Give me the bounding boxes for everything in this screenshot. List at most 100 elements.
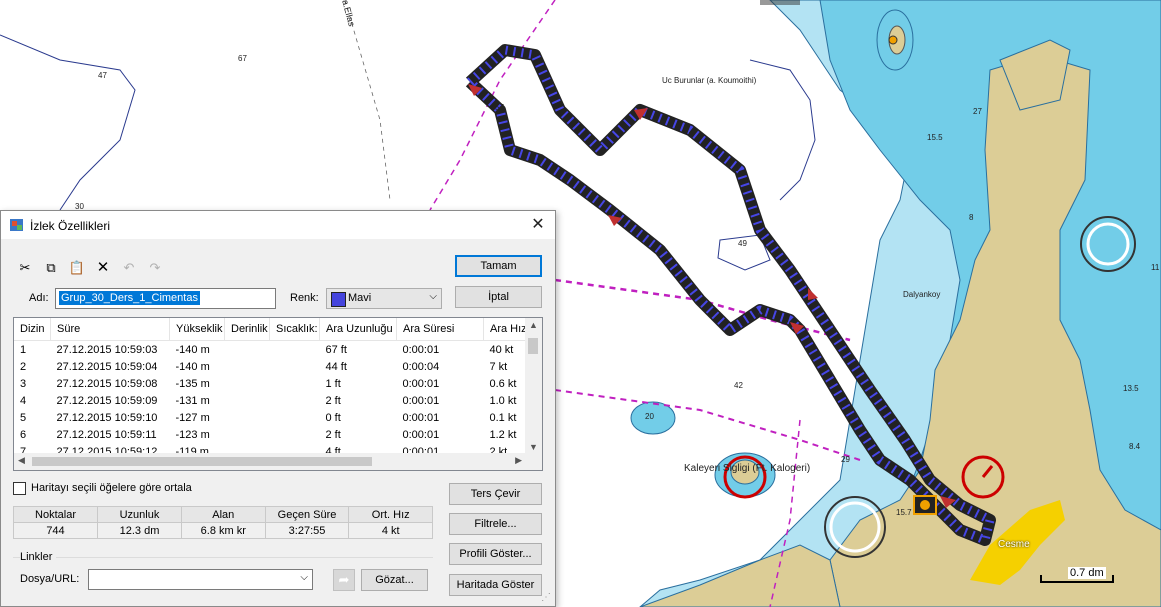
reverse-button[interactable]: Ters Çevir (449, 483, 542, 505)
show-profile-button[interactable]: Profili Göster... (449, 543, 542, 565)
table-row[interactable]: 4 27.12.2015 10:59:09 -131 m 2 ft 0:00:01 1.0… (14, 392, 531, 409)
close-icon[interactable]: ✕ (521, 211, 555, 239)
cell (225, 341, 270, 359)
depth-label: 27 (973, 107, 982, 116)
table-row[interactable]: 3 27.12.2015 10:59:08 -135 m 1 ft 0:00:01 0.6… (14, 375, 531, 392)
col-header[interactable]: Ara Süresi (396, 318, 484, 341)
track-properties-dialog: İzlek Özellikleri ✕ ✂ ⧉ 📋 ✕ ↶ ↷ Tamam İp… (0, 210, 556, 607)
depth-label: 11 (1151, 263, 1160, 272)
cell (225, 426, 270, 443)
stat-value: 744 (13, 522, 98, 539)
stat-header: Ort. Hız (348, 506, 433, 523)
name-field[interactable]: Grup_30_Ders_1_Cimentas (55, 288, 276, 309)
file-url-field[interactable]: ⌵ (88, 569, 313, 590)
open-link-icon[interactable]: ➦ (333, 569, 355, 591)
place-label: Dalyankoy (903, 290, 941, 299)
col-header[interactable]: Ara Hızı (483, 318, 531, 341)
center-map-label[interactable]: Haritayı seçili öğelere göre ortala (31, 482, 192, 494)
depth-label: 29 (841, 455, 850, 464)
scroll-thumb[interactable] (32, 457, 372, 466)
scroll-left-icon[interactable]: ◀ (18, 455, 25, 466)
center-map-checkbox[interactable] (13, 482, 26, 495)
col-header[interactable]: Derinlik (224, 318, 270, 341)
cell: 4 (20, 394, 27, 407)
cell (225, 358, 270, 375)
cell: 3 (20, 377, 27, 390)
scroll-up-icon[interactable]: ▲ (525, 320, 542, 330)
horizontal-scrollbar[interactable]: ◀ ▶ (14, 453, 526, 470)
scroll-right-icon[interactable]: ▶ (515, 455, 522, 466)
cell (270, 341, 320, 359)
track-stats-table: Noktalar Uzunluk Alan Geçen Süre Ort. Hı… (13, 506, 433, 539)
scissors-icon[interactable]: ✂ (16, 259, 34, 277)
chevron-down-icon[interactable]: ⌵ (300, 572, 308, 583)
dialog-titlebar[interactable]: İzlek Özellikleri ✕ (1, 211, 555, 239)
paste-icon[interactable]: 📋 (68, 259, 86, 277)
color-swatch (331, 292, 346, 307)
track-points-table[interactable]: Dizin Süre Yükseklik Derinlik Sıcaklık: … (13, 317, 543, 471)
cell: 1.2 kt (489, 428, 517, 441)
place-label: Cesme (998, 539, 1030, 550)
cell (225, 392, 270, 409)
cell: 0.6 kt (489, 377, 517, 390)
undo-icon[interactable]: ↶ (120, 259, 138, 277)
stat-value: 3:27:55 (264, 522, 350, 539)
cell: 7 kt (489, 360, 508, 373)
depth-label: 8.4 (1129, 442, 1141, 451)
browse-button[interactable]: Gözat... (361, 569, 428, 591)
redo-icon[interactable]: ↷ (146, 259, 164, 277)
stat-header: Alan (180, 506, 266, 523)
show-on-map-button[interactable]: Haritada Göster (449, 574, 542, 596)
ok-button[interactable]: Tamam (455, 255, 542, 277)
scroll-down-icon[interactable]: ▼ (525, 442, 542, 452)
stat-value: 12.3 dm (97, 522, 182, 539)
dialog-title: İzlek Özellikleri (30, 219, 111, 233)
cancel-button[interactable]: İptal (455, 286, 542, 308)
col-header[interactable]: Yükseklik (169, 318, 225, 341)
cell: 0:00:01 (402, 411, 440, 424)
vertical-scrollbar[interactable]: ▲ ▼ (525, 318, 542, 454)
name-value: Grup_30_Ders_1_Cimentas (59, 291, 200, 305)
cell: 27.12.2015 10:59:11 (56, 428, 157, 441)
table-row[interactable]: 2 27.12.2015 10:59:04 -140 m 44 ft 0:00:04 7 … (14, 358, 531, 375)
cell: -131 m (175, 394, 210, 407)
scroll-thumb[interactable] (528, 338, 538, 354)
cell: -127 m (175, 411, 210, 424)
cell: 40 kt (489, 343, 514, 356)
cell: 27.12.2015 10:59:04 (56, 360, 158, 373)
table-header-row: Dizin Süre Yükseklik Derinlik Sıcaklık: … (14, 318, 531, 341)
col-header[interactable]: Sıcaklık: (269, 318, 320, 341)
cell: 5 (20, 411, 27, 424)
stat-header: Noktalar (13, 506, 98, 523)
table-row[interactable]: 1 27.12.2015 10:59:03 -140 m 67 ft 0:00:01 40… (14, 341, 531, 359)
table-row[interactable]: 6 27.12.2015 10:59:11 -123 m 2 ft 0:00:01 1.2… (14, 426, 531, 443)
links-label: Linkler (20, 551, 57, 563)
cell: 0:00:01 (402, 343, 440, 356)
cell: -140 m (175, 343, 210, 356)
col-header[interactable]: Ara Uzunluğu (319, 318, 397, 341)
app-icon (10, 219, 23, 231)
cell: 1 ft (325, 377, 341, 390)
col-header[interactable]: Süre (50, 318, 170, 341)
cell: 1.0 kt (489, 394, 517, 407)
depth-label: 49 (738, 239, 747, 248)
cell: 0:00:04 (402, 360, 440, 373)
cell: 2 (20, 360, 27, 373)
file-url-label: Dosya/URL: (20, 573, 80, 585)
cell (270, 375, 320, 392)
place-label: Uc Burunlar (a. Koumoithi) (662, 76, 757, 85)
cell: 27.12.2015 10:59:09 (56, 394, 158, 407)
copy-icon[interactable]: ⧉ (42, 259, 60, 277)
color-select[interactable]: Mavi ⌵ (326, 288, 442, 309)
cell (270, 409, 320, 426)
depth-label: 15.5 (927, 133, 943, 142)
resize-grip-icon[interactable]: ⋰ (541, 592, 553, 604)
cell (270, 426, 320, 443)
filter-button[interactable]: Filtrele... (449, 513, 542, 535)
depth-label: 13.5 (1123, 384, 1139, 393)
cell (270, 392, 320, 409)
table-row[interactable]: 5 27.12.2015 10:59:10 -127 m 0 ft 0:00:01 0.1… (14, 409, 531, 426)
cell (225, 409, 270, 426)
col-header[interactable]: Dizin (14, 318, 51, 341)
delete-x-icon[interactable]: ✕ (94, 259, 112, 277)
